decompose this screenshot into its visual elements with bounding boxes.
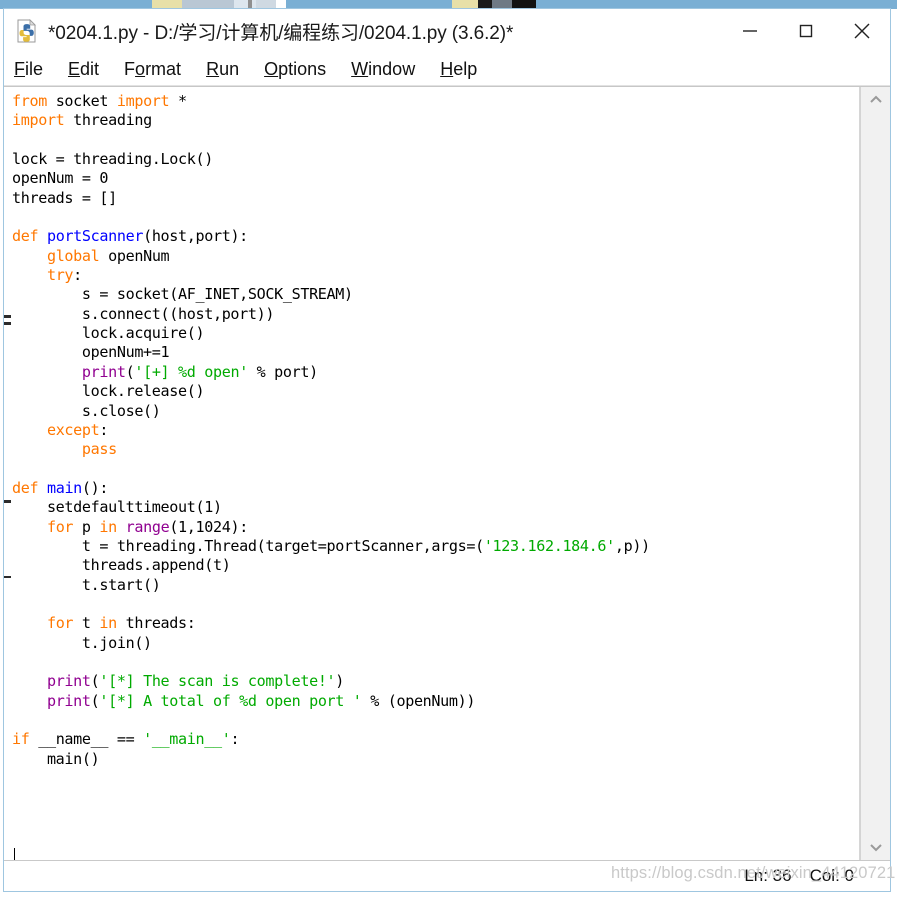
menu-item-run[interactable]: Run [206,59,239,80]
minimize-button[interactable] [722,9,778,53]
menu-item-options[interactable]: Options [264,59,326,80]
menu-item-window[interactable]: Window [351,59,415,80]
window-edge-artifact [4,322,11,325]
menu-item-file[interactable]: File [14,59,43,80]
source-code[interactable]: from socket import * import threading lo… [4,87,859,769]
window-edge-artifact [4,576,11,578]
idle-editor-window: *0204.1.py - D:/学习/计算机/编程练习/0204.1.py (3… [3,8,891,892]
status-line-number: Ln: 36 [744,866,792,885]
close-button[interactable] [834,9,890,53]
window-edge-artifact [4,500,11,503]
maximize-button[interactable] [778,9,834,53]
menu-item-format[interactable]: Format [124,59,181,80]
menu-item-edit[interactable]: Edit [68,59,99,80]
title-bar[interactable]: *0204.1.py - D:/学习/计算机/编程练习/0204.1.py (3… [4,9,890,53]
status-bar: Ln: 36 Col: 0 [4,860,890,891]
chevron-up-icon[interactable] [861,87,890,113]
code-editor-pane[interactable]: from socket import * import threading lo… [4,87,860,860]
window-controls [722,9,890,53]
python-file-icon [15,19,39,43]
editor-area: from socket import * import threading lo… [4,86,890,860]
status-column-number: Col: 0 [809,866,854,885]
window-edge-artifact [4,315,11,318]
text-cursor [14,848,15,860]
menu-item-help[interactable]: Help [440,59,477,80]
chevron-down-icon[interactable] [861,834,890,860]
menu-bar: File Edit Format Run Options Window Help [4,53,890,86]
window-title: *0204.1.py - D:/学习/计算机/编程练习/0204.1.py (3… [48,22,514,44]
vertical-scrollbar[interactable] [860,87,890,860]
